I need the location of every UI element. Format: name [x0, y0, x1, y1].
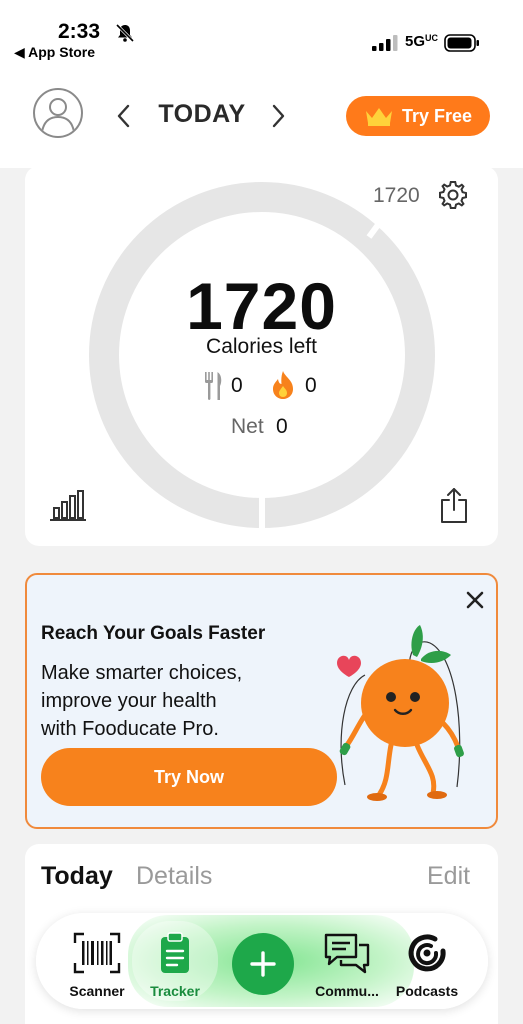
- next-day-chevron-icon[interactable]: [266, 100, 290, 132]
- fire-icon: [273, 371, 293, 399]
- promo-body: Make smarter choices, improve your healt…: [41, 659, 301, 743]
- tab-tracker[interactable]: Tracker: [132, 921, 218, 1001]
- calories-left-label: Calories left: [206, 335, 317, 358]
- add-entry-button[interactable]: [232, 933, 294, 995]
- network-type: 5GUC: [405, 33, 439, 50]
- back-to-app-store[interactable]: ◀ App Store: [14, 44, 95, 61]
- food-calories-value: 0: [231, 374, 243, 397]
- promo-body-line: with Fooducate Pro.: [41, 718, 219, 740]
- podcast-icon: [408, 934, 446, 972]
- person-icon: [41, 98, 75, 133]
- tab-community[interactable]: Commu...: [304, 921, 390, 1001]
- bottom-tab-bar: Scanner Tracker Commu... Podcasts: [36, 913, 488, 1009]
- battery-icon: [444, 34, 479, 52]
- try-free-button[interactable]: Try Free: [346, 96, 490, 136]
- try-free-label: Try Free: [401, 105, 473, 126]
- share-icon[interactable]: [439, 486, 469, 524]
- top-header: 2:33 ◀ App Store 5GUC TODAY Try Free: [0, 0, 523, 168]
- previous-day-chevron-icon[interactable]: [112, 100, 136, 132]
- promo-body-line: improve your health: [41, 690, 217, 712]
- gear-icon[interactable]: [437, 179, 469, 211]
- edit-button[interactable]: Edit: [427, 862, 470, 891]
- calories-left-value: 1720: [186, 269, 337, 343]
- plus-icon: [250, 951, 276, 977]
- chat-icon: [324, 933, 370, 974]
- tab-label: Tracker: [150, 983, 200, 999]
- exercise-calories-value: 0: [305, 374, 317, 397]
- close-icon[interactable]: [463, 588, 487, 612]
- bell-muted-icon: [115, 23, 135, 43]
- tab-label: Podcasts: [395, 983, 459, 999]
- promo-title: Reach Your Goals Faster: [41, 623, 266, 644]
- status-bar: 2:33 ◀ App Store 5GUC: [0, 0, 523, 70]
- fork-knife-icon: [205, 372, 222, 400]
- crown-icon: [365, 108, 392, 126]
- date-title: TODAY: [158, 100, 246, 128]
- cellular-signal-icon: [372, 35, 398, 51]
- tab-label: Commu...: [315, 983, 379, 999]
- tab-today[interactable]: Today: [41, 862, 113, 891]
- bar-chart-icon[interactable]: [49, 488, 87, 522]
- orange-mascot-illustration: [337, 625, 464, 801]
- status-time: 2:33: [58, 20, 101, 43]
- net-value: 0: [276, 415, 288, 438]
- promo-body-line: Make smarter choices,: [41, 662, 243, 684]
- net-label: Net: [231, 415, 264, 438]
- clipboard-icon: [161, 932, 189, 973]
- tab-scanner[interactable]: Scanner: [54, 921, 140, 1001]
- barcode-icon: [73, 932, 121, 974]
- tab-details[interactable]: Details: [136, 862, 212, 891]
- tab-podcasts[interactable]: Podcasts: [384, 921, 470, 1001]
- calorie-card: 1720 1720 Calories left 0 0 Net 0: [25, 166, 498, 546]
- tab-label: Scanner: [69, 983, 125, 999]
- profile-avatar[interactable]: [33, 88, 83, 138]
- upgrade-promo-card: Reach Your Goals Faster Make smarter cho…: [25, 573, 498, 829]
- try-now-button[interactable]: Try Now: [41, 748, 337, 806]
